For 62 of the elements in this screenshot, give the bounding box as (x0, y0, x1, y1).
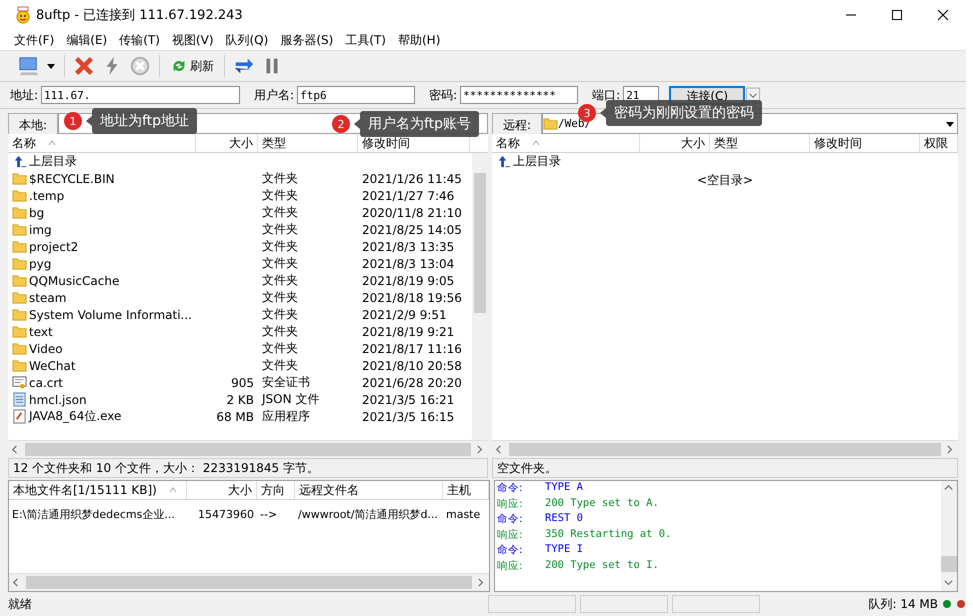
file-type: JSON 文件 (260, 391, 320, 408)
file-size: 2 KB (225, 392, 255, 406)
log-message: 200 Type set to I. (545, 558, 659, 572)
address-label: 地址: (10, 86, 38, 104)
file-date: 2021/3/5 16:15 (361, 410, 456, 424)
file-type: 文件夹 (261, 238, 299, 255)
window-title: 8uftp - 已连接到 111.67.192.243 (36, 7, 243, 24)
log-message: 200 Type set to A. (545, 496, 659, 510)
file-date: 2021/1/26 11:45 (361, 172, 463, 186)
log-label: 命令: (497, 481, 524, 496)
file-date: 2020/11/8 21:10 (361, 206, 463, 220)
callout-tooltip: 密码为刚刚设置的密码 (606, 100, 762, 126)
file-date: 2021/8/25 14:05 (361, 222, 463, 236)
queue-size-text: 队列: 14 MB (868, 596, 938, 612)
file-date: 2021/2/9 9:51 (361, 308, 448, 322)
empty-directory-text: <空目录> (696, 173, 754, 187)
file-size: 68 MB (215, 410, 255, 424)
log-message: REST 0 (545, 512, 583, 526)
file-type: 文件夹 (261, 289, 299, 306)
file-date: 2021/8/18 19:56 (361, 290, 463, 304)
callout-tooltip: 用户名为ftp账号 (360, 111, 480, 137)
file-type: 文件夹 (261, 170, 299, 187)
queue-cell-text: 15473960 (197, 508, 255, 520)
file-date: 2021/1/27 7:46 (361, 188, 456, 202)
username-label: 用户名: (254, 86, 294, 104)
queue-cell-text: /wwwroot/简洁通用织梦d... (297, 506, 439, 522)
file-date: 2021/8/3 13:35 (361, 240, 456, 254)
file-type: 应用程序 (261, 408, 311, 425)
file-type: 文件夹 (261, 187, 299, 204)
file-date: 2021/8/3 13:04 (361, 256, 456, 270)
file-type: 安全证书 (261, 374, 311, 391)
file-date: 2021/8/19 9:21 (361, 324, 456, 338)
file-type: 文件夹 (261, 357, 299, 374)
password-label: 密码: (429, 86, 458, 104)
status-text: 12 个文件夹和 10 个文件，大小： 2233191845 字节。 (8, 458, 488, 478)
file-date: 2021/3/5 16:21 (361, 392, 456, 406)
log-label: 响应: (497, 558, 524, 574)
file-date: 2021/8/19 9:05 (361, 274, 456, 288)
log-label: 命令: (497, 543, 524, 558)
file-size: 905 (230, 376, 255, 390)
file-type: 文件夹 (261, 221, 299, 238)
log-message: TYPE I (545, 543, 583, 557)
log-label: 响应: (497, 528, 524, 542)
file-type: 文件夹 (261, 255, 299, 272)
file-date: 2021/8/17 11:16 (361, 342, 463, 356)
queue-cell-text: maste (445, 508, 482, 520)
queue-cell-text: --> (259, 508, 278, 520)
callout-tooltip: 地址为ftp地址 (92, 108, 198, 134)
log-message: 350 Restarting at 0. (545, 528, 672, 542)
file-type: 文件夹 (261, 272, 299, 289)
log-label: 命令: (497, 512, 524, 527)
status-text: 就绪 (8, 596, 33, 612)
file-type: 文件夹 (261, 340, 299, 357)
queue-cell-text: E:\简洁通用织梦dedecms企业... (11, 506, 176, 522)
file-type: 文件夹 (261, 323, 299, 340)
status-text: 空文件夹。 (492, 458, 958, 478)
log-message: TYPE A (545, 481, 583, 495)
log-label: 响应: (497, 496, 524, 512)
file-date: 2021/8/10 20:58 (361, 358, 463, 372)
file-type: 文件夹 (261, 306, 299, 323)
file-date: 2021/6/28 20:20 (361, 376, 463, 390)
file-type: 文件夹 (261, 204, 299, 221)
